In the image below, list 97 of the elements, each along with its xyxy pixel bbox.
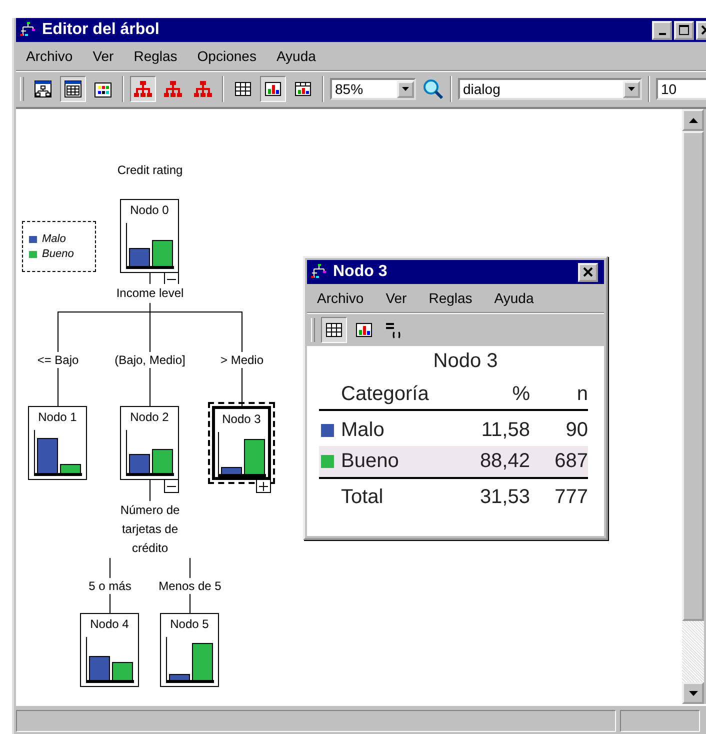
table-cell-text: Malo (341, 419, 386, 442)
chart-bar (60, 464, 80, 473)
minimize-button[interactable] (652, 20, 672, 40)
grid-icon (325, 321, 343, 339)
table-title: Nodo 3 (432, 350, 499, 373)
expand-button[interactable] (256, 479, 271, 493)
menu-item[interactable]: Ver (92, 48, 114, 64)
window-title: Editor del árbol (42, 21, 160, 39)
branch-label: 5 o más (88, 578, 132, 594)
table-cell-text: Bueno (341, 450, 400, 473)
node-label: Nodo 4 (90, 617, 129, 631)
dropdown-arrow-icon (628, 87, 635, 91)
chart-bar (220, 466, 242, 474)
category-swatch (321, 424, 334, 437)
tree-node[interactable]: Nodo 1 (28, 406, 87, 480)
tree-icon (164, 80, 182, 98)
toolbar-button[interactable] (260, 76, 286, 102)
dropdown-arrow-icon (402, 87, 409, 91)
bar-chart-icon (355, 321, 373, 339)
chart-bar (128, 454, 150, 473)
branch-label: Menos de 5 (158, 578, 222, 594)
tree-title: Credit rating (116, 163, 184, 177)
chart-bar (88, 656, 110, 680)
menu-item[interactable]: Reglas (428, 290, 472, 306)
menu-item[interactable]: Ver (386, 290, 407, 306)
menu-item[interactable]: Ayuda (276, 48, 316, 64)
scroll-down-button[interactable] (682, 682, 704, 704)
column-header: % (511, 382, 530, 406)
menu-item[interactable]: Opciones (197, 48, 256, 64)
font-dropdown[interactable]: dialog (458, 78, 642, 100)
table-cell-text: Total (341, 486, 384, 508)
chart-bar (192, 642, 212, 680)
down-arrow-icon (688, 690, 698, 696)
search-icon[interactable] (422, 78, 444, 100)
chart-bar (112, 662, 132, 680)
close-icon (583, 267, 593, 277)
font-size-field[interactable]: 10 (656, 78, 706, 100)
tree-node[interactable]: Nodo 0 (120, 199, 179, 273)
category-swatch (321, 455, 334, 468)
table-cell-text: 777 (554, 486, 588, 508)
tree-node[interactable]: Nodo 2 (120, 406, 179, 480)
column-header: Categoría (341, 382, 430, 406)
table-cell-text: 11,58 (480, 419, 530, 442)
minimize-icon (658, 32, 666, 34)
table-chart-icon (294, 80, 312, 98)
plus-icon (259, 482, 268, 490)
toolbar-button[interactable] (321, 317, 347, 343)
chart-bar (36, 438, 58, 473)
column-header: n (576, 382, 588, 406)
toolbar-button[interactable] (60, 76, 86, 102)
branch-label: > Medio (219, 352, 265, 368)
legend-label: Bueno (42, 248, 74, 260)
chart-bar (128, 248, 150, 266)
scroll-thumb[interactable] (682, 131, 704, 621)
chart-bar (168, 674, 190, 680)
selected-row[interactable]: Bueno 88,42 687 (319, 446, 588, 477)
table-icon (64, 80, 82, 98)
maximize-icon (679, 25, 689, 35)
node-label: Nodo 1 (38, 410, 77, 424)
node-label: Nodo 2 (130, 410, 169, 424)
node-label: Nodo 3 (222, 412, 261, 426)
maximize-button[interactable] (674, 20, 694, 40)
tree-icon (134, 80, 152, 98)
bar-chart-icon (264, 80, 282, 98)
table-cell-text: 90 (564, 419, 588, 442)
legend-label: Malo (42, 233, 66, 245)
tree-icon (34, 80, 52, 98)
table-cell-text: 31,53 (478, 486, 530, 508)
chart-bar (244, 438, 264, 474)
vertical-scrollbar[interactable] (682, 109, 704, 704)
table-cell-text: 88,42 (478, 450, 530, 473)
tree-icon (20, 22, 36, 38)
collapse-button[interactable] (164, 479, 179, 493)
menu-item[interactable]: Ayuda (494, 290, 534, 306)
branch-label: (Bajo, Medio] (114, 352, 186, 368)
table-cell-text: 687 (554, 450, 588, 473)
tree-node[interactable]: Nodo 4 (80, 613, 139, 687)
tree-icon (194, 80, 212, 98)
chart-bar (152, 448, 172, 473)
close-button[interactable] (578, 262, 598, 282)
formula-icon (385, 321, 403, 339)
branch-label: <= Bajo (36, 352, 80, 368)
node-label: Nodo 0 (130, 203, 169, 217)
menu-item[interactable]: Archivo (317, 290, 364, 306)
menu-item[interactable]: Archivo (26, 48, 73, 64)
window-title: Nodo 3 (333, 263, 388, 281)
tree-icon (311, 264, 327, 280)
menu-item[interactable]: Reglas (134, 48, 178, 64)
grid-icon (234, 80, 252, 98)
tree-node[interactable]: Nodo 5 (160, 613, 219, 687)
zoom-dropdown[interactable]: 85% (330, 78, 416, 100)
chart-bar (152, 240, 172, 266)
node-label: Nodo 5 (170, 617, 209, 631)
scroll-up-button[interactable] (682, 109, 704, 131)
tree-node[interactable]: Nodo 3 (212, 406, 271, 480)
up-arrow-icon (688, 118, 698, 122)
palette-icon (94, 80, 112, 98)
